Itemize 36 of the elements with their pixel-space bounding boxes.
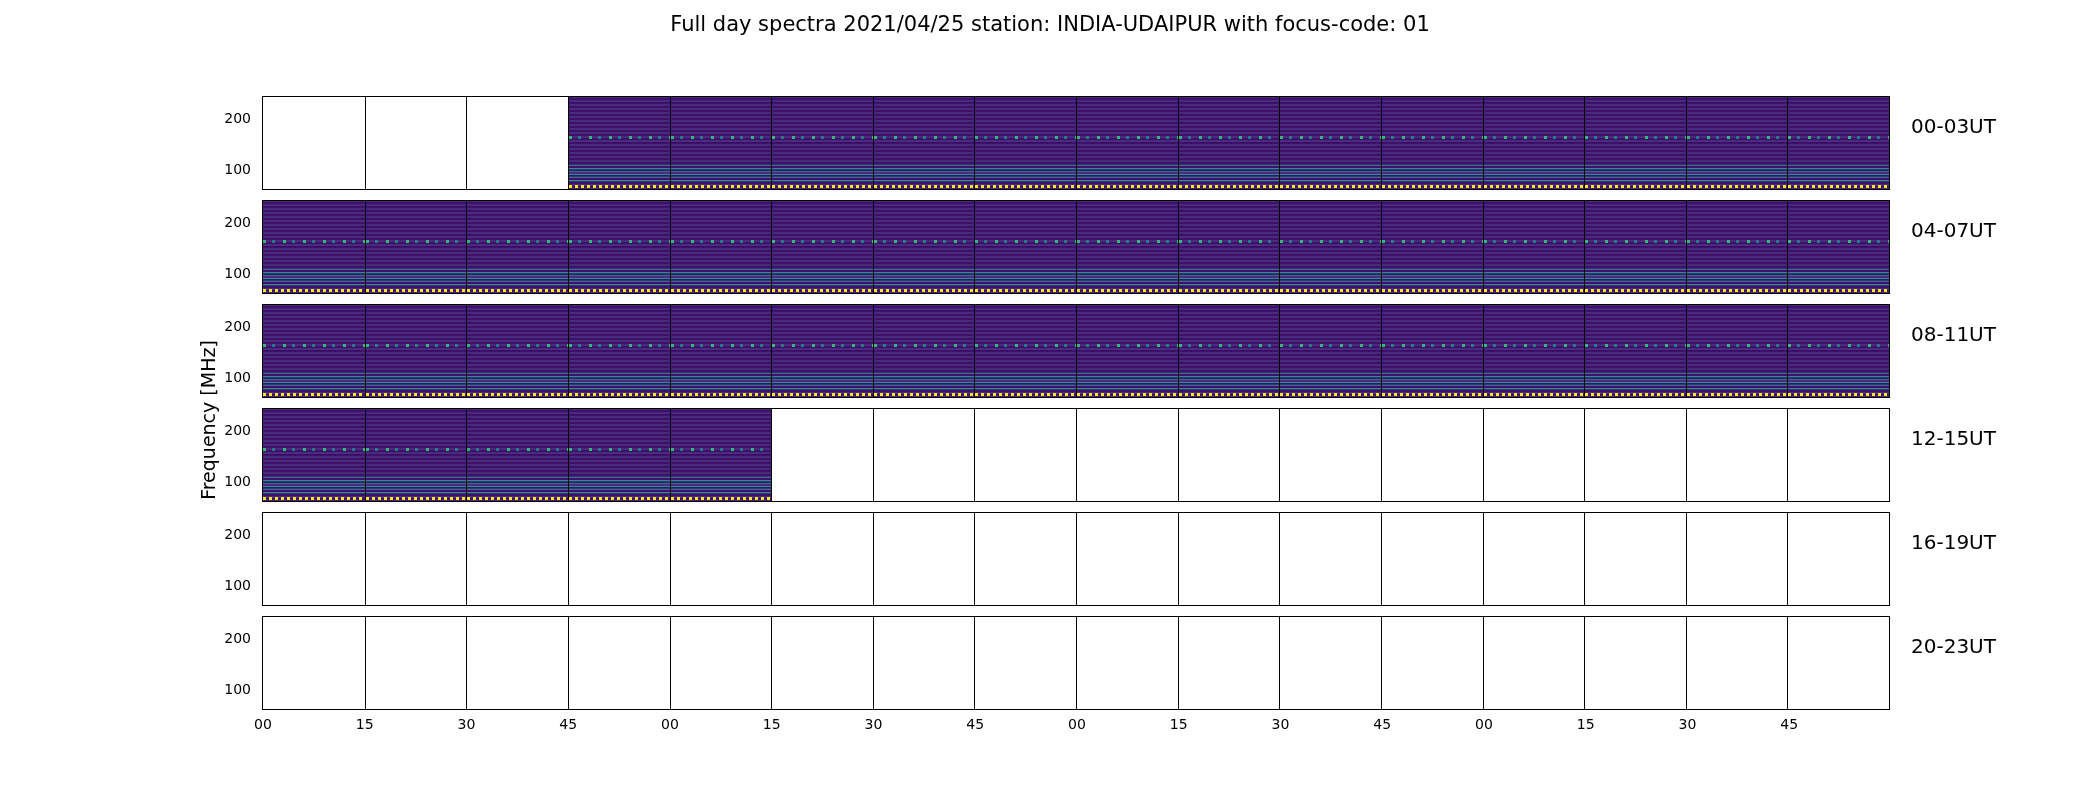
y-tick-label: 200	[224, 109, 251, 126]
y-tick-label: 100	[224, 681, 251, 698]
row-label: 04-07UT	[1910, 217, 1996, 244]
row-label: 16-19UT	[1910, 529, 1996, 556]
y-tick-label: 200	[224, 525, 251, 542]
x-tick-label: 00	[1068, 716, 1087, 732]
row-label: 08-11UT	[1910, 321, 1996, 348]
x-tick-label: 45	[1373, 716, 1393, 732]
x-tick-label: 45	[966, 716, 986, 732]
y-tick-label: 100	[224, 369, 251, 386]
figure-title: Full day spectra 2021/04/25 station: INDIA-UDAIPUR with focus-code: 01	[669, 11, 1431, 38]
x-tick-label: 00	[1475, 716, 1494, 732]
row-label: 20-23UT	[1910, 633, 1996, 660]
x-tick-label: 15	[1169, 716, 1189, 732]
y-tick-label: 200	[224, 629, 251, 646]
x-tick-label: 45	[1780, 716, 1800, 732]
y-tick-label: 100	[224, 577, 251, 594]
x-tick-label: 00	[254, 716, 273, 732]
y-tick-label: 200	[224, 421, 251, 438]
x-tick-label: 30	[457, 716, 477, 732]
y-tick-label: 200	[224, 213, 251, 230]
y-tick-label: 200	[224, 317, 251, 334]
x-tick-label: 30	[1678, 716, 1698, 732]
x-tick-label: 15	[355, 716, 375, 732]
x-tick-label: 15	[762, 716, 782, 732]
y-tick-label: 100	[224, 161, 251, 178]
x-tick-label: 30	[1271, 716, 1291, 732]
y-tick-label: 100	[224, 265, 251, 282]
x-tick-label: 30	[864, 716, 884, 732]
x-tick-label: 15	[1576, 716, 1596, 732]
row-label: 00-03UT	[1910, 113, 1996, 140]
y-axis-label: Frequency [MHz]	[197, 340, 219, 500]
row-label: 12-15UT	[1910, 425, 1996, 452]
y-tick-label: 100	[224, 473, 251, 490]
x-tick-label: 00	[661, 716, 680, 732]
x-tick-label: 45	[559, 716, 579, 732]
